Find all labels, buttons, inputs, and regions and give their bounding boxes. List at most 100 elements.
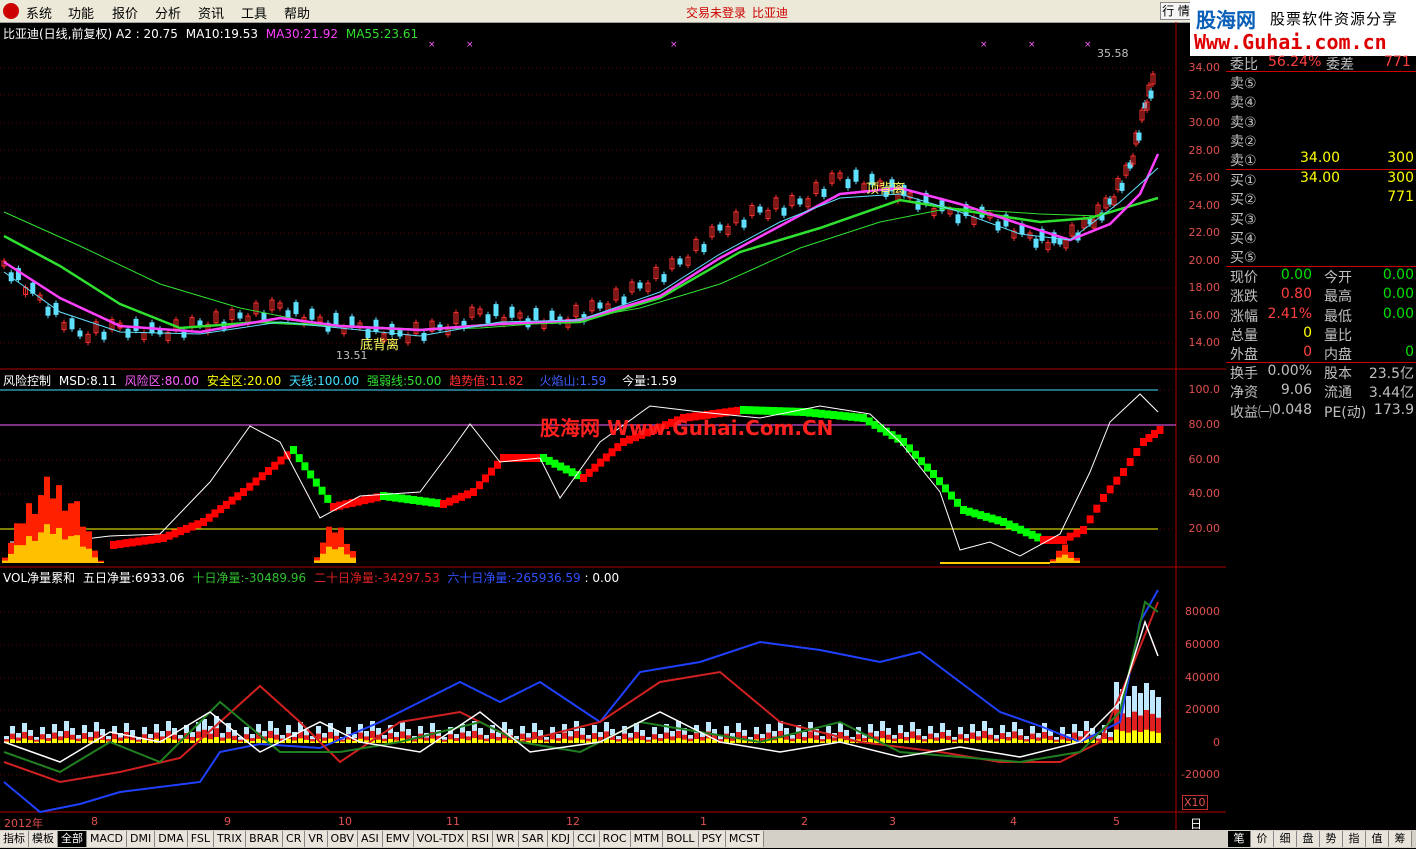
right-tab[interactable]: 价	[1251, 831, 1274, 847]
stat-label: 现价	[1230, 270, 1258, 286]
fin-value: 23.5亿	[1368, 366, 1414, 382]
risk-step	[128, 538, 136, 547]
menu-item-tools[interactable]: 工具	[241, 3, 267, 22]
vol-bar-yel	[184, 739, 189, 743]
buy-label: 买④	[1230, 230, 1257, 247]
tab-kdj[interactable]: KDJ	[548, 831, 574, 847]
vol-bar-yel	[802, 740, 807, 743]
vol-bar-yel	[562, 738, 567, 743]
sell-row[interactable]: 卖③	[1230, 112, 1416, 131]
tab-全部[interactable]: 全部	[58, 831, 87, 847]
tab-cci[interactable]: CCI	[573, 831, 600, 847]
vol-bar-yel	[340, 741, 345, 743]
risk-step	[116, 540, 124, 549]
vol-bar-yel	[76, 741, 81, 743]
risk-step	[312, 478, 320, 487]
tab-macd[interactable]: MACD	[87, 831, 127, 847]
tab-trix[interactable]: TRIX	[213, 831, 247, 847]
vol-bar-yel	[58, 740, 63, 743]
right-tab[interactable]: 指	[1343, 831, 1366, 847]
candle-body	[757, 206, 763, 213]
menu-item-quote[interactable]: 报价	[112, 3, 138, 22]
vol-header: VOL净量累和 五日净量:6933.06 十日净量:-30489.96 二十日净…	[3, 569, 619, 586]
tab-指标[interactable]: 指标	[0, 831, 29, 847]
x-label: 1	[700, 815, 707, 828]
tab-wr[interactable]: WR	[493, 831, 519, 847]
candle-body	[797, 198, 803, 205]
x10-button[interactable]: X10	[1182, 795, 1208, 810]
buy-row[interactable]: 买① 34.00 300	[1230, 170, 1416, 189]
sell-row[interactable]: 卖① 34.00 300	[1230, 150, 1416, 169]
right-tab[interactable]: 细	[1274, 831, 1297, 847]
menu-item-analysis[interactable]: 分析	[155, 3, 181, 22]
vol-bar-yel	[574, 738, 579, 743]
sell-row[interactable]: 卖②	[1230, 131, 1416, 150]
menu-item-help[interactable]: 帮助	[284, 3, 310, 22]
ma30-line	[3, 196, 1159, 332]
app-logo-icon	[3, 3, 19, 19]
tab-sar[interactable]: SAR	[518, 831, 549, 847]
risk-step	[380, 492, 387, 500]
tab-boll[interactable]: BOLL	[663, 831, 699, 847]
menu-item-system[interactable]: 系统	[26, 3, 52, 22]
tab-asi[interactable]: ASI	[357, 831, 383, 847]
vol-bar-yel	[1030, 739, 1035, 743]
right-tab[interactable]: 势	[1320, 831, 1343, 847]
menu-item-info[interactable]: 资讯	[198, 3, 224, 22]
chart-area[interactable]: × × × × × × 比亚迪(日线,前复权) A2 : 20.75 MA10:19.53…	[0, 22, 1226, 848]
risk-step	[141, 536, 149, 545]
buy-row[interactable]: 买② 771	[1230, 189, 1416, 208]
vol-bar-yel	[310, 741, 315, 743]
a2-label: A2 :	[116, 27, 140, 41]
buy-row[interactable]: 买④	[1230, 228, 1416, 247]
tab-模板[interactable]: 模板	[29, 831, 58, 847]
vol-bar-yel	[166, 738, 171, 743]
fire-bar-core	[338, 547, 344, 563]
menu-item-function[interactable]: 功能	[68, 3, 94, 22]
login-status[interactable]: 交易未登录	[686, 4, 746, 21]
risk-step	[464, 490, 471, 499]
risk-step	[277, 456, 285, 465]
vol-bar-yel	[922, 741, 927, 743]
sell-row[interactable]: 卖④	[1230, 92, 1416, 111]
tab-psy[interactable]: PSY	[698, 831, 726, 847]
tab-mtm[interactable]: MTM	[630, 831, 664, 847]
tab-brar[interactable]: BRAR	[246, 831, 284, 847]
tab-dmi[interactable]: DMI	[126, 831, 156, 847]
d20-label: 二十日净量:	[313, 571, 378, 585]
tab-cr[interactable]: CR	[283, 831, 306, 847]
fin-row: 收益㈠ 0.048 PE(动) 173.9	[1230, 402, 1416, 421]
fire-bar-core	[26, 536, 32, 563]
tab-vr[interactable]: VR	[305, 831, 328, 847]
tab-roc[interactable]: ROC	[599, 831, 631, 847]
risk-step	[410, 496, 417, 504]
stat-row: 涨幅 2.41% 最低 0.00	[1230, 306, 1416, 325]
d60-value: -265936.59	[511, 571, 581, 585]
stat-value: 0.00	[1382, 267, 1414, 283]
right-tab[interactable]: 值	[1366, 831, 1389, 847]
marker-x: ×	[1084, 40, 1092, 50]
tab-emv[interactable]: EMV	[382, 831, 414, 847]
vol-bar-yel	[100, 739, 105, 743]
vol-bar-yel	[256, 738, 261, 743]
tab-fsl[interactable]: FSL	[187, 831, 214, 847]
sell-row[interactable]: 卖⑤	[1230, 73, 1416, 92]
vol-bar-yel	[292, 740, 297, 743]
buy-row[interactable]: 买⑤	[1230, 247, 1416, 266]
stat-value: 0.00	[1382, 286, 1414, 303]
right-tab[interactable]: 盘	[1297, 831, 1320, 847]
risk-step	[1126, 458, 1134, 466]
tab-dma[interactable]: DMA	[155, 831, 188, 847]
tab-vol-tdx[interactable]: VOL-TDX	[413, 831, 469, 847]
tab-obv[interactable]: OBV	[327, 831, 358, 847]
tab-mcst[interactable]: MCST	[725, 831, 764, 847]
right-tab[interactable]: 笔	[1228, 831, 1251, 847]
stat-value: 2.41%	[1267, 305, 1312, 322]
quote-button[interactable]: 行 情	[1160, 2, 1192, 20]
d5-value: 6933.06	[135, 571, 185, 585]
right-tab[interactable]: 筹	[1389, 831, 1412, 847]
buy-row[interactable]: 买③	[1230, 209, 1416, 228]
tab-rsi[interactable]: RSI	[468, 831, 494, 847]
vol-bar-yel	[136, 741, 141, 743]
vol-bar-yel	[958, 739, 963, 743]
